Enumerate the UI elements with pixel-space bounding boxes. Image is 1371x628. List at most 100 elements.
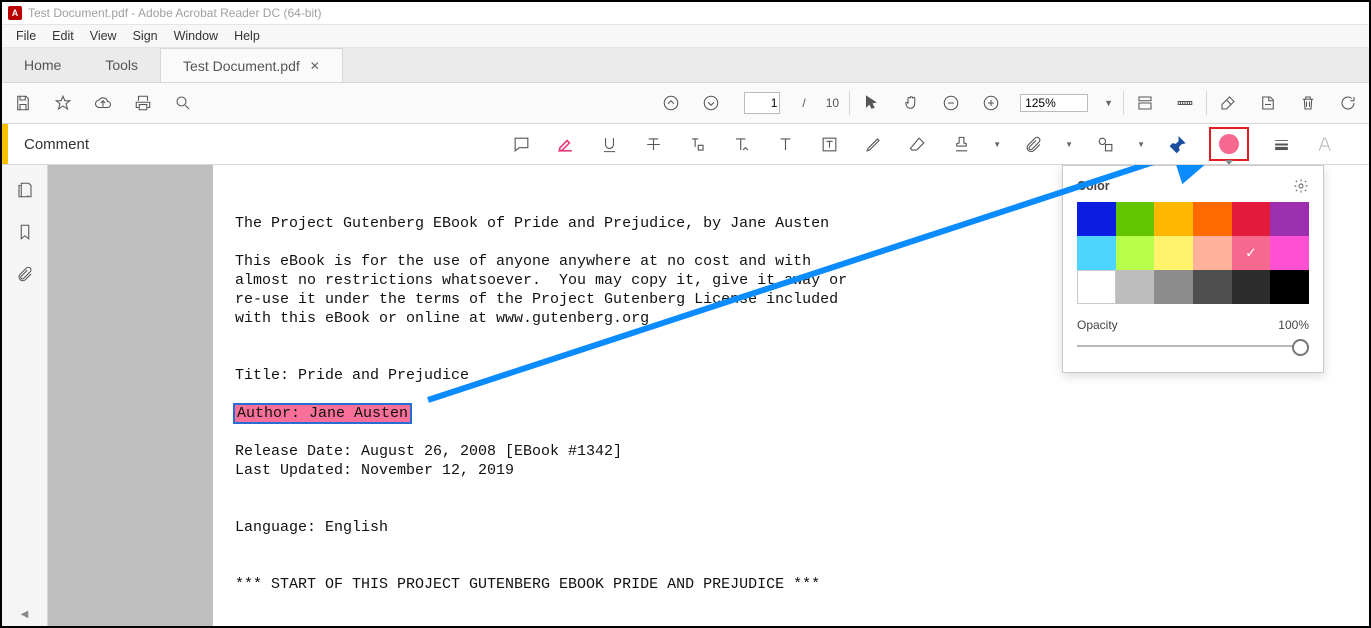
- zoom-select[interactable]: [1020, 94, 1088, 112]
- doc-line: The Project Gutenberg EBook of Pride and…: [235, 215, 829, 232]
- text-box-icon[interactable]: [817, 132, 841, 156]
- eraser-icon[interactable]: [905, 132, 929, 156]
- text-comment-icon[interactable]: [773, 132, 797, 156]
- color-panel: Color ✓ Opacity 100%: [1062, 165, 1324, 373]
- menu-view[interactable]: View: [82, 29, 125, 43]
- color-swatch[interactable]: [1116, 202, 1155, 236]
- print-icon[interactable]: [132, 92, 154, 114]
- color-swatch[interactable]: [1116, 236, 1155, 270]
- current-color-dot: [1219, 134, 1239, 154]
- page-number-input[interactable]: [744, 92, 780, 114]
- erase-icon[interactable]: [1217, 92, 1239, 114]
- window-title: Test Document.pdf - Adobe Acrobat Reader…: [28, 6, 321, 20]
- opacity-slider[interactable]: [1077, 338, 1309, 354]
- color-grid: ✓: [1077, 202, 1309, 304]
- tab-home[interactable]: Home: [2, 48, 83, 82]
- tab-tools[interactable]: Tools: [83, 48, 160, 82]
- color-swatch[interactable]: [1077, 236, 1116, 270]
- zoom-out-icon[interactable]: [940, 92, 962, 114]
- color-swatch[interactable]: [1116, 270, 1155, 304]
- tab-bar: Home Tools Test Document.pdf ✕: [2, 48, 1369, 83]
- tab-document-label: Test Document.pdf: [183, 58, 300, 74]
- replace-text-icon[interactable]: [685, 132, 709, 156]
- color-swatch[interactable]: [1154, 236, 1193, 270]
- doc-release-line: Release Date: August 26, 2008 [EBook #13…: [235, 443, 622, 460]
- pencil-icon[interactable]: [861, 132, 885, 156]
- color-swatch[interactable]: [1193, 270, 1232, 304]
- comment-label: Comment: [24, 136, 89, 153]
- main-toolbar: / 10 ▼: [2, 83, 1369, 124]
- doc-paragraph: This eBook is for the use of anyone anyw…: [235, 253, 847, 327]
- color-swatch[interactable]: [1154, 202, 1193, 236]
- color-swatch[interactable]: [1193, 202, 1232, 236]
- measure-icon[interactable]: [1174, 92, 1196, 114]
- doc-start-line: *** START OF THIS PROJECT GUTENBERG EBOO…: [235, 576, 820, 593]
- paperclip-icon[interactable]: [14, 263, 36, 285]
- delete-icon[interactable]: [1297, 92, 1319, 114]
- left-rail: ◀: [2, 165, 48, 626]
- text-style-icon[interactable]: [1313, 132, 1337, 156]
- page-total: 10: [826, 96, 839, 110]
- menu-sign[interactable]: Sign: [125, 29, 166, 43]
- highlighted-author[interactable]: Author: Jane Austen: [235, 405, 410, 422]
- zoom-in-icon[interactable]: [980, 92, 1002, 114]
- comment-toolbar: Comment ▼ ▼ ▼: [2, 124, 1369, 165]
- chevron-down-icon[interactable]: ▼: [993, 140, 1001, 149]
- star-icon[interactable]: [52, 92, 74, 114]
- opacity-value: 100%: [1278, 318, 1309, 332]
- color-swatch[interactable]: [1270, 270, 1309, 304]
- color-panel-title: Color: [1077, 179, 1110, 193]
- page-gutter: [48, 165, 213, 626]
- chevron-down-icon[interactable]: ▼: [1137, 140, 1145, 149]
- underline-icon[interactable]: [597, 132, 621, 156]
- color-swatch[interactable]: [1077, 270, 1116, 304]
- menu-edit[interactable]: Edit: [44, 29, 82, 43]
- tab-document[interactable]: Test Document.pdf ✕: [160, 48, 343, 82]
- color-swatch[interactable]: [1270, 202, 1309, 236]
- bookmark-icon[interactable]: [14, 221, 36, 243]
- chevron-down-icon[interactable]: ▼: [1065, 140, 1073, 149]
- fit-width-icon[interactable]: [1134, 92, 1156, 114]
- sticky-note-icon[interactable]: [509, 132, 533, 156]
- page-up-icon[interactable]: [660, 92, 682, 114]
- color-swatch[interactable]: [1154, 270, 1193, 304]
- insert-text-icon[interactable]: [729, 132, 753, 156]
- color-swatch[interactable]: [1077, 202, 1116, 236]
- chevron-down-icon[interactable]: ▼: [1104, 98, 1113, 108]
- doc-updated-line: Last Updated: November 12, 2019: [235, 462, 514, 479]
- redact-icon[interactable]: [1257, 92, 1279, 114]
- line-thickness-icon[interactable]: [1269, 132, 1293, 156]
- gear-icon[interactable]: [1293, 178, 1309, 194]
- highlight-icon[interactable]: [553, 132, 577, 156]
- menu-window[interactable]: Window: [166, 29, 226, 43]
- color-swatch[interactable]: ✓: [1232, 236, 1271, 270]
- hand-icon[interactable]: [900, 92, 922, 114]
- attachment-icon[interactable]: [1021, 132, 1045, 156]
- strikethrough-icon[interactable]: [641, 132, 665, 156]
- document-area[interactable]: The Project Gutenberg EBook of Pride and…: [48, 165, 1369, 626]
- close-icon[interactable]: ✕: [310, 59, 320, 73]
- save-icon[interactable]: [12, 92, 34, 114]
- check-icon: ✓: [1245, 245, 1257, 262]
- color-picker-button[interactable]: [1209, 127, 1249, 161]
- cloud-upload-icon[interactable]: [92, 92, 114, 114]
- search-icon[interactable]: [172, 92, 194, 114]
- thumbnails-icon[interactable]: [14, 179, 36, 201]
- rotate-icon[interactable]: [1337, 92, 1359, 114]
- doc-language-line: Language: English: [235, 519, 388, 536]
- color-swatch[interactable]: [1232, 270, 1271, 304]
- rail-handle-icon[interactable]: ◀: [21, 609, 29, 620]
- color-swatch[interactable]: [1270, 236, 1309, 270]
- page-down-icon[interactable]: [700, 92, 722, 114]
- color-swatch[interactable]: [1193, 236, 1232, 270]
- pointer-icon[interactable]: [860, 92, 882, 114]
- menu-file[interactable]: File: [8, 29, 44, 43]
- page-sep: /: [802, 96, 805, 110]
- pin-icon[interactable]: [1165, 132, 1189, 156]
- color-swatch[interactable]: [1232, 202, 1271, 236]
- comment-accent: [2, 124, 8, 164]
- menu-help[interactable]: Help: [226, 29, 268, 43]
- opacity-label: Opacity: [1077, 318, 1118, 332]
- stamp-icon[interactable]: [949, 132, 973, 156]
- shapes-icon[interactable]: [1093, 132, 1117, 156]
